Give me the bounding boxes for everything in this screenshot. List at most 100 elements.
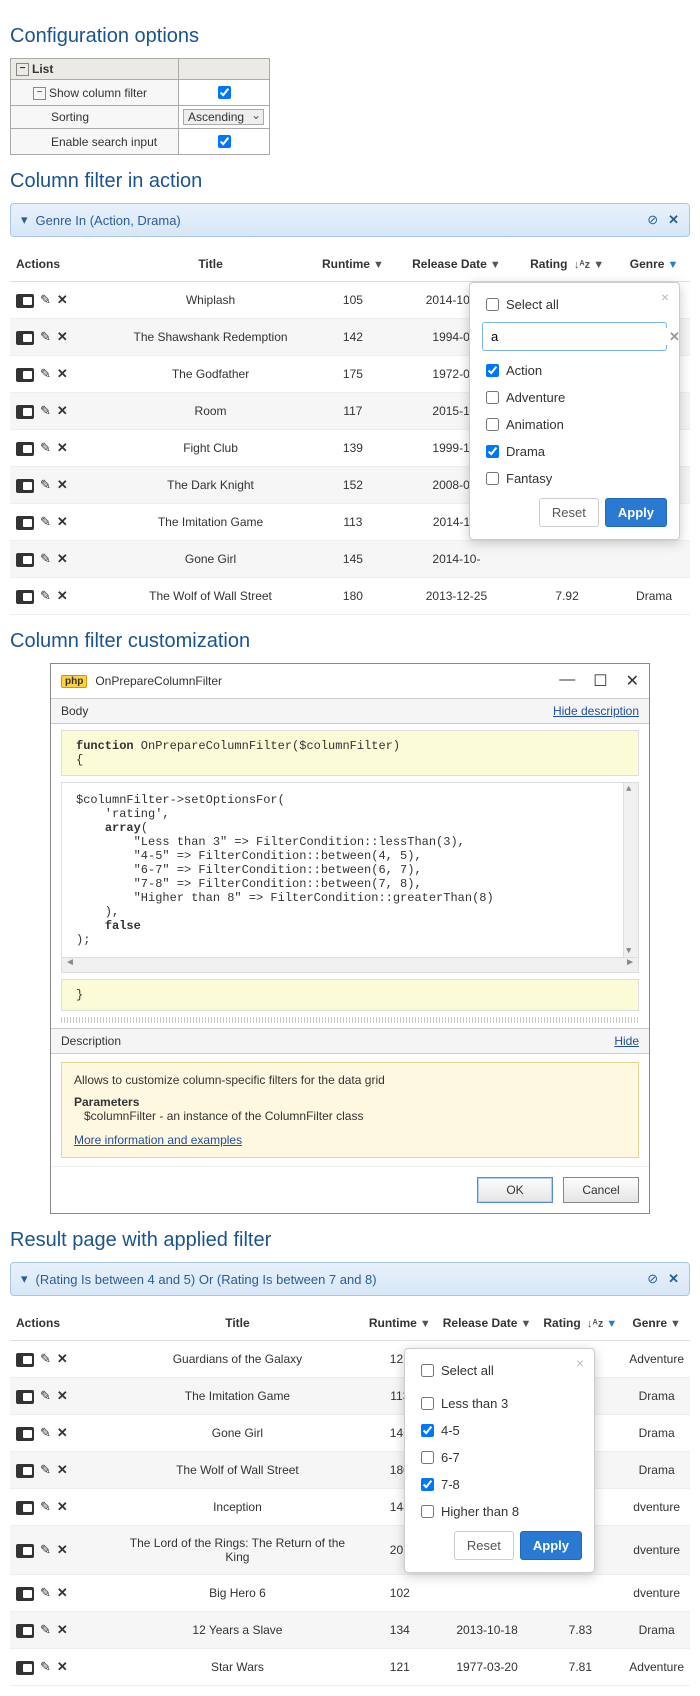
edit-icon[interactable] [40,292,51,308]
delete-icon[interactable] [57,1499,68,1515]
edit-icon[interactable] [40,1462,51,1478]
view-icon[interactable] [16,1353,34,1367]
code-body[interactable]: $columnFilter->setOptionsFor( 'rating', … [61,782,639,958]
disable-filter-icon[interactable]: ⊘ [647,1271,658,1287]
delete-icon[interactable] [57,1462,68,1478]
th-rating[interactable]: Rating ↓ᴬᴢ▼ [516,247,618,282]
filter-option-check[interactable] [421,1397,434,1410]
view-icon[interactable] [16,1624,34,1638]
horizontal-scrollbar[interactable] [61,958,639,973]
view-icon[interactable] [16,590,34,604]
view-icon[interactable] [16,1464,34,1478]
popup-close-icon[interactable]: × [576,1355,584,1371]
view-icon[interactable] [16,294,34,308]
view-icon[interactable] [16,1390,34,1404]
apply-button[interactable]: Apply [520,1531,582,1560]
filter-option-check[interactable] [486,391,499,404]
edit-icon[interactable] [40,551,51,567]
select-all-check[interactable] [486,298,499,311]
close-icon[interactable]: ✕ [626,671,639,691]
reset-button[interactable]: Reset [539,498,599,527]
vertical-scrollbar[interactable] [623,783,638,957]
edit-icon[interactable] [40,514,51,530]
th-runtime[interactable]: Runtime▼ [309,247,397,282]
edit-icon[interactable] [40,440,51,456]
edit-icon[interactable] [40,366,51,382]
filter-option-check[interactable] [421,1424,434,1437]
config-sorting-select[interactable]: Ascending [183,109,264,125]
delete-icon[interactable] [57,514,68,530]
th-title[interactable]: Title [112,1306,363,1341]
hide-link[interactable]: Hide [614,1034,639,1048]
config-enable-search-check[interactable] [218,135,231,148]
edit-icon[interactable] [40,1585,51,1601]
more-info-link[interactable]: More information and examples [74,1133,242,1147]
th-release[interactable]: Release Date▼ [397,247,516,282]
delete-icon[interactable] [57,329,68,345]
view-icon[interactable] [16,516,34,530]
filter-option-check[interactable] [486,418,499,431]
maximize-icon[interactable]: ☐ [593,671,607,691]
delete-icon[interactable] [57,1585,68,1601]
edit-icon[interactable] [40,588,51,604]
th-release[interactable]: Release Date▼ [437,1306,538,1341]
view-icon[interactable] [16,553,34,567]
ok-button[interactable]: OK [477,1177,553,1203]
delete-icon[interactable] [57,1425,68,1441]
edit-icon[interactable] [40,1622,51,1638]
clear-filter-icon[interactable]: ✕ [668,212,679,228]
view-icon[interactable] [16,405,34,419]
view-icon[interactable] [16,1544,34,1558]
view-icon[interactable] [16,442,34,456]
clear-search-icon[interactable]: ✕ [669,329,680,345]
edit-icon[interactable] [40,1659,51,1675]
filter-search-input[interactable] [489,328,669,345]
th-genre[interactable]: Genre▼ [618,247,690,282]
delete-icon[interactable] [57,440,68,456]
view-icon[interactable] [16,1427,34,1441]
view-icon[interactable] [16,479,34,493]
delete-icon[interactable] [57,1622,68,1638]
filter-option-check[interactable] [486,445,499,458]
filter-option-check[interactable] [421,1505,434,1518]
clear-filter-icon[interactable]: ✕ [668,1271,679,1287]
view-icon[interactable] [16,368,34,382]
th-title[interactable]: Title [112,247,309,282]
filter-option-check[interactable] [486,472,499,485]
resize-grip[interactable] [61,1017,639,1023]
delete-icon[interactable] [57,1542,68,1558]
edit-icon[interactable] [40,1499,51,1515]
view-icon[interactable] [16,331,34,345]
delete-icon[interactable] [57,366,68,382]
view-icon[interactable] [16,1501,34,1515]
apply-button[interactable]: Apply [605,498,667,527]
delete-icon[interactable] [57,403,68,419]
delete-icon[interactable] [57,588,68,604]
edit-icon[interactable] [40,329,51,345]
filter-option-check[interactable] [486,364,499,377]
view-icon[interactable] [16,1661,34,1675]
filter-option-check[interactable] [421,1478,434,1491]
select-all-check[interactable] [421,1364,434,1377]
edit-icon[interactable] [40,1425,51,1441]
delete-icon[interactable] [57,1388,68,1404]
delete-icon[interactable] [57,292,68,308]
edit-icon[interactable] [40,403,51,419]
edit-icon[interactable] [40,477,51,493]
filter-search-box[interactable]: ✕ [482,322,667,351]
hide-description-link[interactable]: Hide description [553,704,639,718]
delete-icon[interactable] [57,477,68,493]
popup-close-icon[interactable]: × [661,289,669,305]
edit-icon[interactable] [40,1351,51,1367]
delete-icon[interactable] [57,1351,68,1367]
th-genre[interactable]: Genre▼ [623,1306,690,1341]
edit-icon[interactable] [40,1388,51,1404]
th-rating[interactable]: Rating ↓ᴬᴢ▼ [537,1306,623,1341]
reset-button[interactable]: Reset [454,1531,514,1560]
cancel-button[interactable]: Cancel [563,1177,639,1203]
filter-option-check[interactable] [421,1451,434,1464]
minimize-icon[interactable]: — [559,671,575,691]
edit-icon[interactable] [40,1542,51,1558]
th-runtime[interactable]: Runtime▼ [363,1306,437,1341]
view-icon[interactable] [16,1587,34,1601]
